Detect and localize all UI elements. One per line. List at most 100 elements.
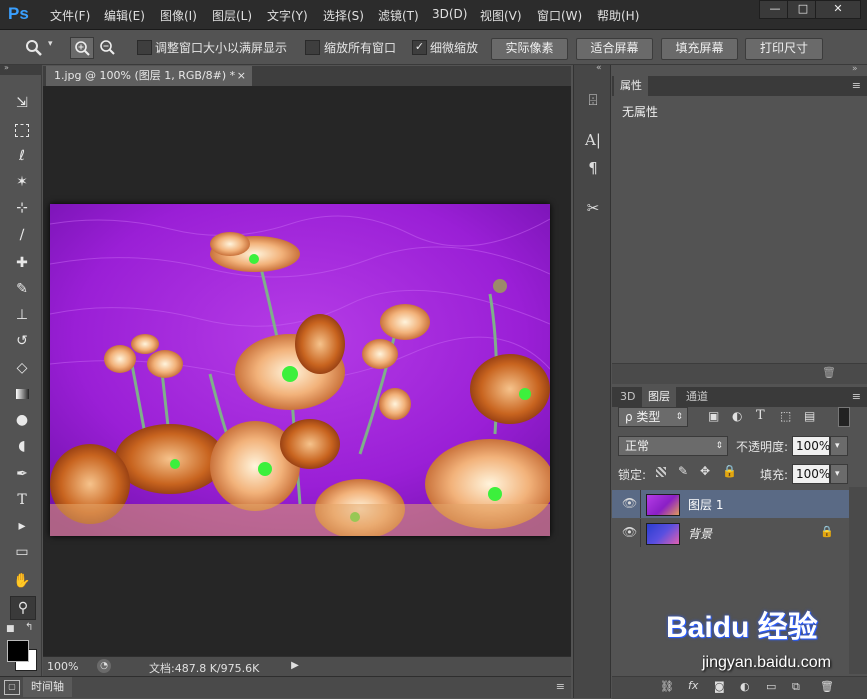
magic-wand-icon[interactable]: ✶ [10, 171, 34, 193]
menu-select[interactable]: 选择(S) [323, 7, 364, 24]
history-brush-icon[interactable]: ↺ [10, 330, 34, 352]
tool-preset-chevron-icon[interactable]: ▾ [48, 39, 53, 49]
layer-row-background[interactable]: 👁 背景 🔒 [612, 519, 849, 547]
menu-3d[interactable]: 3D(D) [432, 7, 467, 21]
blur-tool-icon[interactable]: ● [10, 409, 34, 431]
eraser-tool-icon[interactable]: ◇ [10, 357, 34, 379]
collapse-chevron-icon[interactable]: » [4, 63, 9, 72]
filter-type-icon[interactable]: T [756, 408, 765, 423]
healing-brush-icon[interactable]: ✚ [10, 252, 34, 274]
menu-file[interactable]: 文件(F) [50, 7, 90, 24]
filter-adjustment-icon[interactable]: ◐ [732, 409, 742, 423]
zoom-out-icon[interactable] [96, 37, 118, 57]
panels-collapse-icon[interactable]: » [852, 64, 858, 74]
lock-pixels-icon[interactable]: ✎ [678, 464, 688, 478]
filter-toggle-switch[interactable] [838, 407, 850, 427]
resize-window-checkbox[interactable] [137, 40, 152, 55]
type-tool-icon[interactable]: T [10, 489, 34, 511]
zoom-all-windows-checkbox[interactable] [305, 40, 320, 55]
layers-menu-icon[interactable]: ≡ [852, 390, 861, 403]
crop-tool-icon[interactable]: ⊹ [10, 197, 34, 219]
document-image[interactable] [50, 204, 550, 536]
swap-colors-icon[interactable]: ↰ [25, 622, 33, 633]
layer-row-layer1[interactable]: 👁 图层 1 [612, 490, 849, 518]
tool-presets-icon[interactable]: ✂ [580, 197, 606, 219]
paragraph-panel-icon[interactable]: ¶ [580, 157, 606, 179]
rectangle-tool-icon[interactable]: ▭ [10, 541, 34, 563]
lock-position-icon[interactable]: ✥ [700, 464, 710, 478]
resize-window-label: 调整窗口大小以满屏显示 [155, 41, 288, 55]
menu-help[interactable]: 帮助(H) [597, 7, 639, 24]
lasso-tool-icon[interactable]: ℓ [10, 145, 34, 167]
foreground-color-swatch[interactable] [7, 640, 29, 662]
timeline-tab[interactable]: 时间轴 [23, 677, 72, 697]
dock-expand-icon[interactable]: « [596, 63, 602, 73]
properties-trash-icon[interactable]: 🗑 [822, 366, 836, 379]
tab-channels[interactable]: 通道 [680, 387, 714, 407]
fill-slider-button[interactable]: ▾ [830, 464, 848, 484]
character-panel-icon[interactable]: A| [580, 129, 606, 151]
pen-tool-icon[interactable]: ✒ [10, 463, 34, 485]
marquee-tool-icon[interactable] [10, 119, 34, 141]
status-menu-arrow-icon[interactable]: ▶ [289, 658, 301, 674]
path-selection-icon[interactable]: ▸ [10, 515, 34, 537]
document-tab[interactable]: 1.jpg @ 100% (图层 1, RGB/8#) * × [46, 66, 252, 86]
layer1-name[interactable]: 图层 1 [688, 496, 723, 513]
filter-pixel-icon[interactable]: ▣ [708, 409, 719, 423]
menu-view[interactable]: 视图(V) [480, 7, 522, 24]
move-tool-icon[interactable]: ⇲ [10, 92, 34, 114]
filter-smart-object-icon[interactable]: ▤ [804, 409, 815, 423]
new-layer-icon[interactable]: ⧉ [792, 680, 800, 694]
timeline-menu-icon[interactable]: ≡ [556, 680, 565, 693]
menu-window[interactable]: 窗口(W) [537, 7, 582, 24]
menu-filter[interactable]: 滤镜(T) [378, 7, 419, 24]
tab-layers[interactable]: 图层 [642, 387, 676, 407]
menu-image[interactable]: 图像(I) [160, 7, 197, 24]
opacity-label: 不透明度: [736, 440, 789, 454]
scrubby-zoom-checkbox[interactable]: ✓ [412, 40, 427, 55]
blend-mode-dropdown[interactable]: 正常 ⇕ [618, 436, 728, 456]
zoom-in-icon[interactable] [70, 37, 94, 59]
fill-input[interactable]: 100% [792, 464, 830, 484]
opacity-slider-button[interactable]: ▾ [830, 436, 848, 456]
close-tab-icon[interactable]: × [237, 66, 246, 85]
opacity-input[interactable]: 100% [792, 436, 830, 456]
actual-pixels-button[interactable]: 实际像素 [491, 38, 568, 60]
gradient-tool-icon[interactable] [10, 383, 34, 405]
lock-transparency-icon[interactable] [656, 467, 666, 477]
timeline-collapse-icon[interactable]: ▢ [4, 680, 20, 695]
scrubby-zoom-label: 细微缩放 [430, 41, 479, 55]
menu-layer[interactable]: 图层(L) [212, 7, 252, 24]
background-thumbnail [646, 523, 680, 545]
document-tab-title: 1.jpg @ 100% (图层 1, RGB/8#) * [54, 69, 236, 82]
menu-type[interactable]: 文字(Y) [267, 7, 308, 24]
clone-stamp-icon[interactable]: ⊥ [10, 304, 34, 326]
filter-shape-icon[interactable]: ⬚ [780, 409, 791, 423]
print-size-button[interactable]: 打印尺寸 [745, 38, 823, 60]
photoshop-logo: Ps [8, 4, 29, 23]
zoom-tool-active-icon[interactable]: ⚲ [10, 596, 36, 620]
properties-menu-icon[interactable]: ≡ [852, 79, 861, 92]
zoom-level[interactable]: 100% [47, 660, 78, 673]
fill-label: 填充: [760, 468, 789, 482]
visibility-eye-icon[interactable]: 👁 [622, 525, 637, 539]
history-panel-icon[interactable]: ⌹ [580, 89, 606, 111]
zoom-tool-icon[interactable] [24, 39, 44, 57]
background-layer-name[interactable]: 背景 [688, 525, 712, 542]
eyedropper-icon[interactable]: ∕ [10, 224, 34, 246]
fill-screen-button[interactable]: 填充屏幕 [661, 38, 738, 60]
tab-properties[interactable]: 属性 [614, 76, 648, 96]
lock-all-icon[interactable]: 🔒 [722, 464, 737, 478]
status-info-icon[interactable]: ◔ [97, 659, 111, 673]
close-button[interactable]: ✕ [815, 0, 861, 19]
layer-filter-dropdown[interactable]: ρ 类型 ⇕ [618, 407, 688, 427]
brush-tool-icon[interactable]: ✎ [10, 278, 34, 300]
menu-edit[interactable]: 编辑(E) [104, 7, 145, 24]
hand-tool-icon[interactable]: ✋ [10, 570, 34, 592]
tab-3d[interactable]: 3D [614, 387, 641, 407]
layer1-thumbnail [646, 494, 680, 516]
dodge-tool-icon[interactable]: ◖ [10, 435, 34, 457]
default-colors-icon[interactable]: ■ [6, 624, 16, 634]
visibility-eye-icon[interactable]: 👁 [622, 496, 637, 510]
fit-screen-button[interactable]: 适合屏幕 [576, 38, 653, 60]
